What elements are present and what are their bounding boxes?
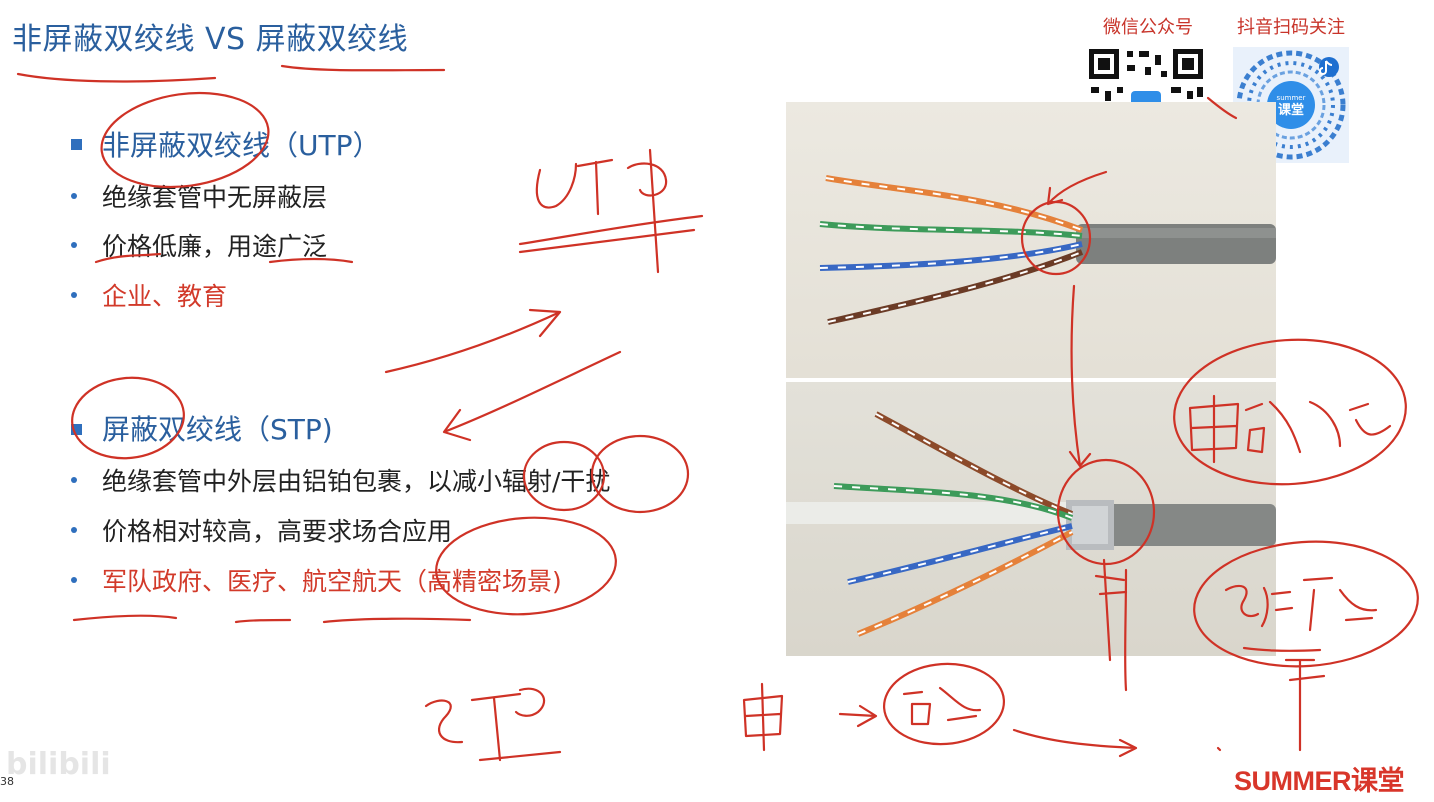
handwritten-annotations — [16, 64, 1419, 762]
